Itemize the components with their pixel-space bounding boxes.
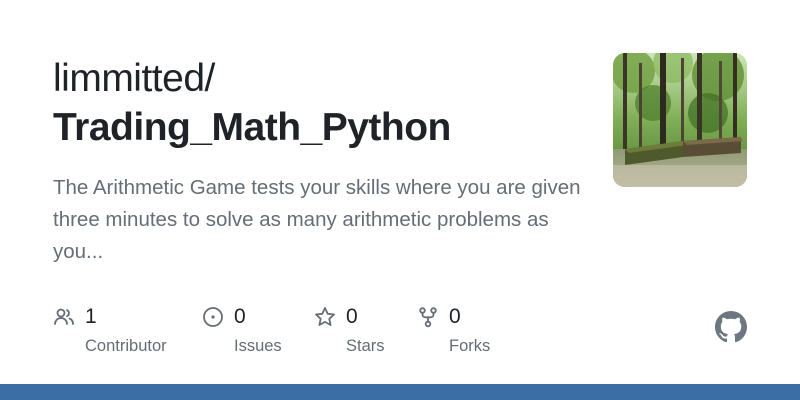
repo-description: The Arithmetic Game tests your skills wh…: [53, 176, 581, 263]
owner-avatar: [613, 53, 747, 187]
issues-count: 0: [234, 305, 246, 328]
forks-label: Forks: [449, 337, 491, 355]
contributors-count: 1: [85, 305, 97, 328]
forks-count: 0: [449, 305, 461, 328]
issue-icon: [202, 306, 224, 328]
stars-stat[interactable]: 0 Stars: [314, 304, 385, 360]
contributors-label: Contributor: [85, 337, 167, 355]
repo-name[interactable]: Trading_Math_Python: [53, 105, 451, 151]
contributors-stat[interactable]: 1 Contributor: [53, 304, 167, 360]
repo-owner[interactable]: limmitted/: [53, 56, 215, 102]
fork-icon: [417, 306, 439, 328]
issues-label: Issues: [234, 337, 282, 355]
stars-label: Stars: [346, 337, 385, 355]
issues-stat[interactable]: 0 Issues: [202, 304, 282, 360]
forks-stat[interactable]: 0 Forks: [417, 304, 490, 360]
stars-count: 0: [346, 305, 358, 328]
people-icon: [53, 306, 75, 328]
bottom-accent-bar: [0, 384, 800, 400]
github-logo-icon[interactable]: [715, 311, 747, 343]
star-icon: [314, 306, 336, 328]
forest-photo-icon: [613, 53, 747, 187]
